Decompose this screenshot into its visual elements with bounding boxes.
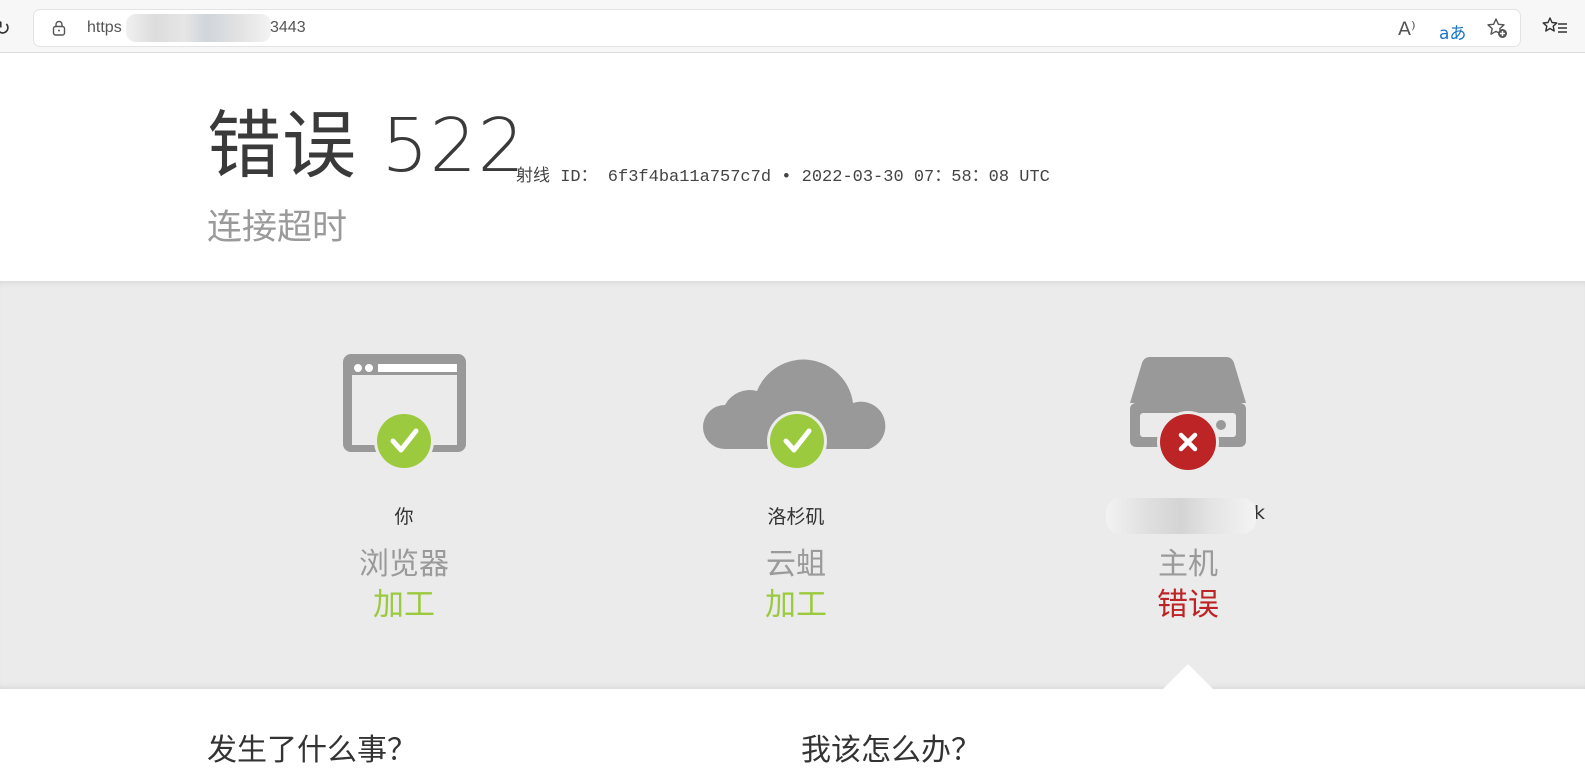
cloud-icon [703, 359, 886, 471]
url-redaction [126, 14, 271, 42]
reload-icon[interactable]: ↻ [0, 16, 11, 40]
favorites-icon[interactable] [1542, 16, 1568, 38]
browser-window-icon [343, 354, 466, 471]
url-text-prefix[interactable]: https [87, 19, 122, 37]
error-header: 错误 522 射线 ID： 6f3f4ba11a757c7d • 2022-03… [0, 53, 1585, 281]
browser-toolbar: ↻ https 3443 A⁾ aあ [0, 0, 1585, 53]
status-state-host: 错误 [1157, 587, 1219, 623]
status-name-browser: 你 [394, 506, 414, 528]
status-role-host: 主机 [1158, 547, 1218, 582]
read-aloud-icon[interactable]: A⁾ [1398, 18, 1416, 40]
ray-id: 射线 ID： 6f3f4ba11a757c7d • 2022-03-30 07：… [516, 168, 1050, 187]
error-title: 错误 522 [207, 103, 526, 189]
status-role-cloud: 云蛆 [766, 547, 826, 582]
server-drive-icon [1130, 357, 1246, 473]
what-happened-heading: 发生了什么事？ [207, 733, 417, 768]
what-can-i-do-heading: 我该怎么办？ [801, 733, 981, 768]
status-name-cloud: 洛杉矶 [767, 506, 825, 528]
section-pointer [1162, 664, 1214, 690]
error-subtitle: 连接超时 [207, 208, 348, 248]
status-role-browser: 浏览器 [359, 547, 449, 582]
status-state-browser: 加工 [373, 587, 435, 623]
url-text-suffix[interactable]: 3443 [270, 19, 306, 37]
check-badge [377, 414, 431, 468]
add-favorite-icon[interactable] [1486, 17, 1508, 39]
lock-icon[interactable] [52, 20, 66, 36]
status-state-cloud: 加工 [765, 587, 827, 623]
host-name-redaction [1106, 498, 1256, 534]
address-bar[interactable]: https 3443 A⁾ aあ [34, 10, 1520, 46]
status-diagram: 你 浏览器 加工 洛杉矶 云蛆 加工 k 主机 错误 [0, 281, 1585, 689]
translate-icon[interactable]: aあ [1439, 19, 1466, 44]
check-badge [770, 414, 824, 468]
